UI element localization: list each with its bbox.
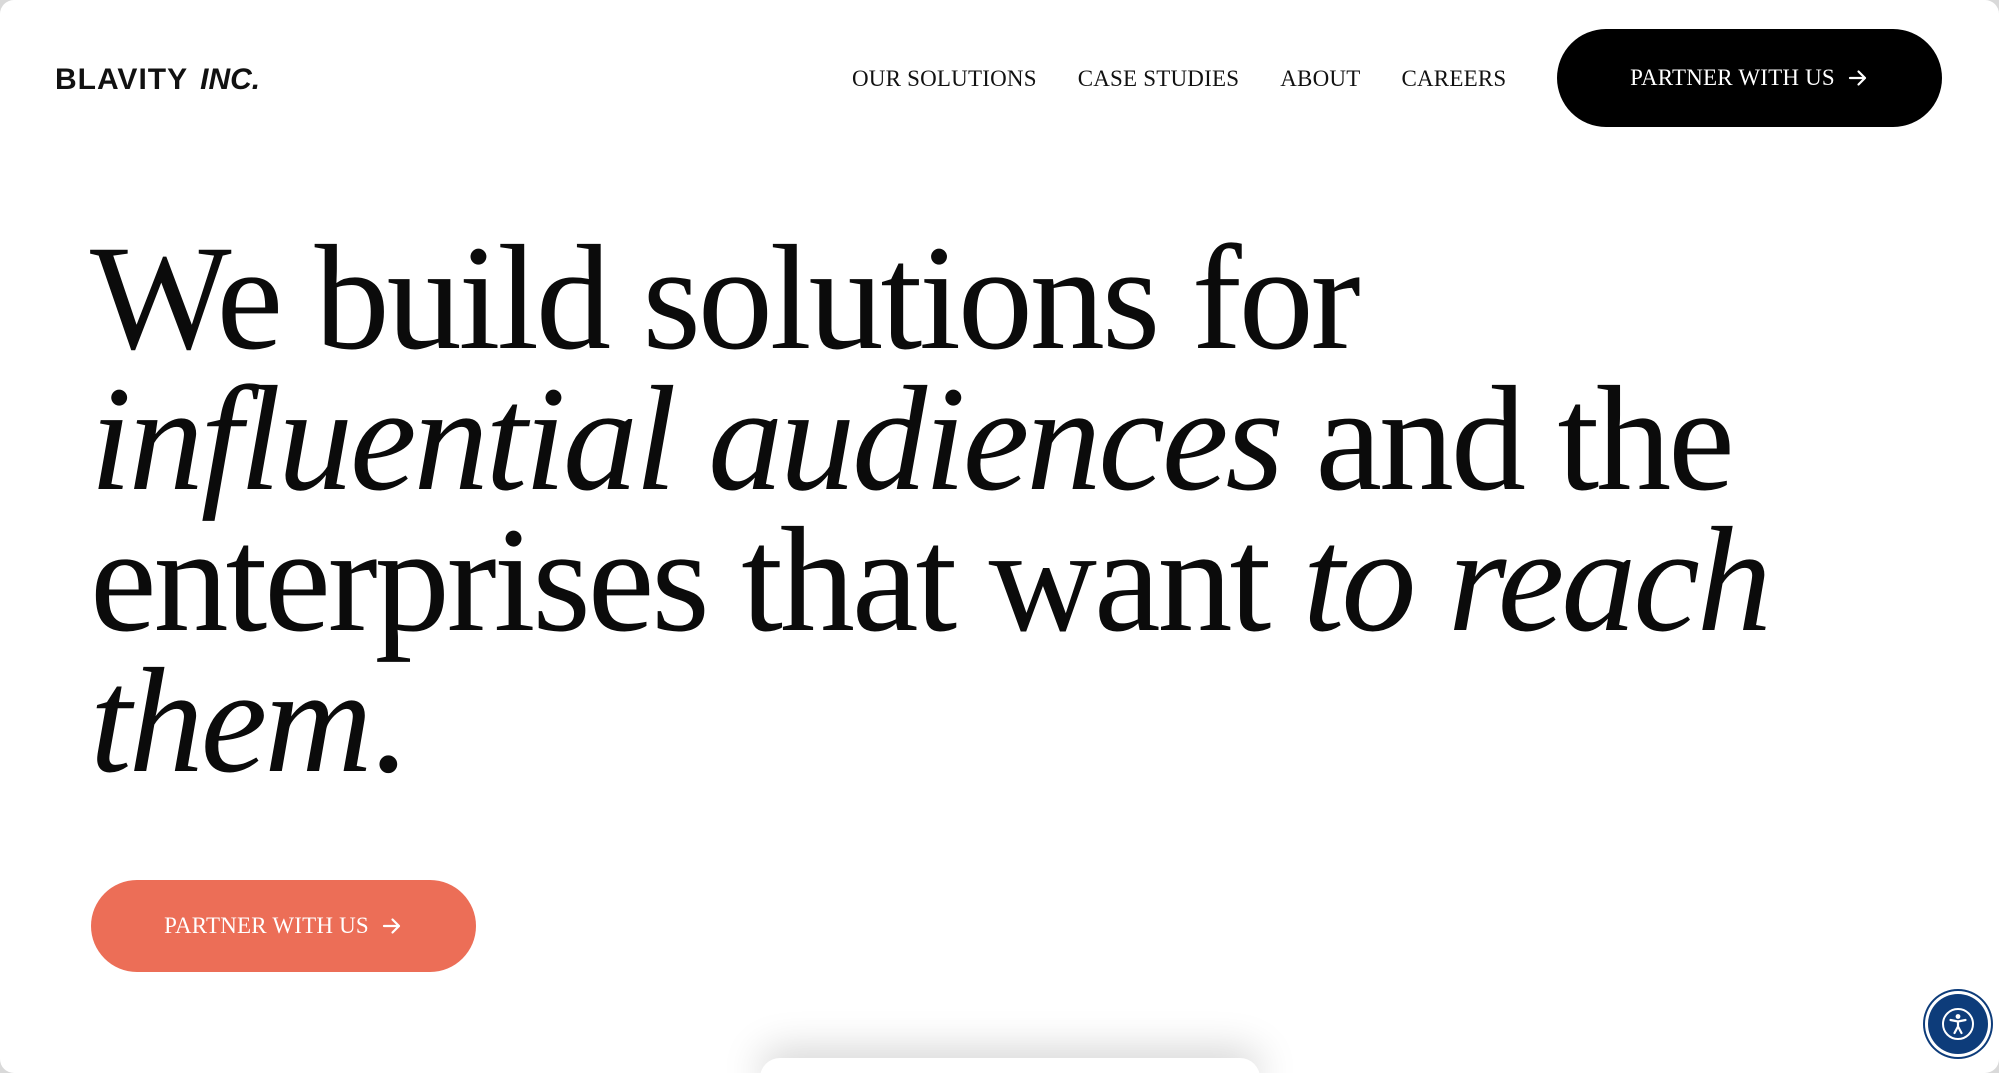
header-partner-button[interactable]: PARTNER WITH US (1557, 29, 1942, 127)
logo-suffix: INC. (200, 63, 261, 96)
header-partner-label: PARTNER WITH US (1630, 65, 1835, 90)
nav-about[interactable]: ABOUT (1280, 66, 1360, 92)
hero-emphasis-reach: to reach (1302, 497, 1772, 663)
nav-our-solutions[interactable]: OUR SOLUTIONS (852, 66, 1037, 92)
content-card-peek (760, 1058, 1260, 1073)
accessibility-button[interactable] (1928, 994, 1988, 1054)
hero-period: . (369, 638, 407, 804)
browser-page: BLAVITY INC. OUR SOLUTIONS CASE STUDIES … (0, 0, 1999, 1073)
logo-name: BLAVITY (55, 63, 189, 96)
arrow-right-icon (382, 918, 401, 934)
nav-case-studies[interactable]: CASE STUDIES (1078, 66, 1240, 92)
logo[interactable]: BLAVITY INC. (55, 60, 260, 100)
nav-careers[interactable]: CAREERS (1401, 66, 1506, 92)
accessibility-icon (1942, 1008, 1974, 1040)
hero-partner-button[interactable]: PARTNER WITH US (91, 880, 476, 972)
main-nav: OUR SOLUTIONS CASE STUDIES ABOUT CAREERS (852, 58, 1506, 100)
arrow-right-icon (1848, 70, 1867, 86)
hero-headline: We build solutions for influential audie… (90, 223, 1910, 796)
hero-emphasis-them: them (90, 638, 373, 804)
hero-partner-label: PARTNER WITH US (164, 913, 369, 938)
